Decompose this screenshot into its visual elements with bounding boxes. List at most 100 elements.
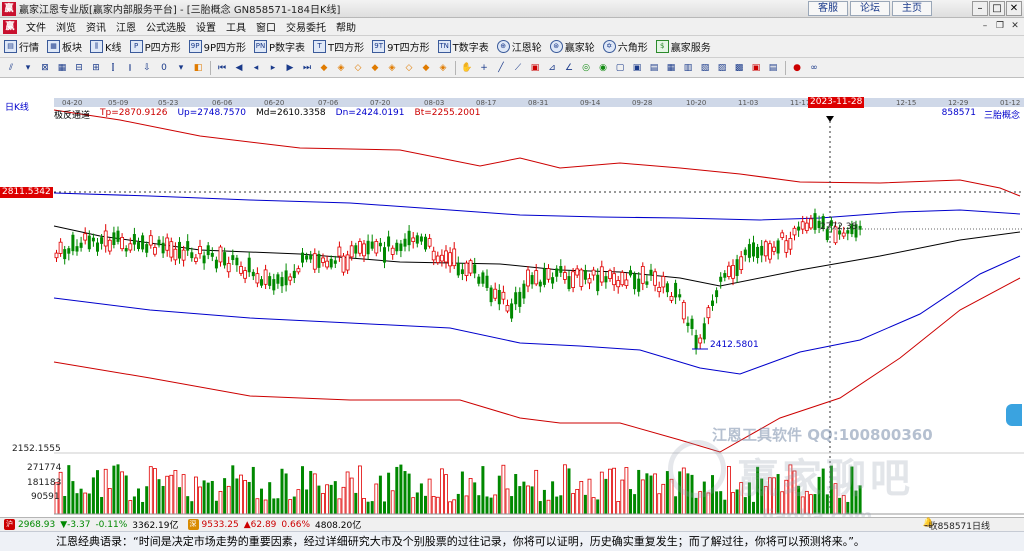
prev-icon[interactable]: ◀ bbox=[231, 60, 247, 76]
homepage-link[interactable]: 主页 bbox=[892, 1, 932, 16]
diamond5-icon[interactable]: ◈ bbox=[384, 60, 400, 76]
crosshair-icon[interactable]: + bbox=[476, 60, 492, 76]
menu-formula-picker[interactable]: 公式选股 bbox=[141, 19, 191, 34]
chart-tool6-icon[interactable]: ▤ bbox=[765, 60, 781, 76]
menu-trade[interactable]: 交易委托 bbox=[281, 19, 331, 34]
menu-settings[interactable]: 设置 bbox=[191, 19, 221, 34]
diamond-icon[interactable]: ◆ bbox=[316, 60, 332, 76]
hexagon-button[interactable]: ✡ 六角形 bbox=[602, 39, 648, 54]
customer-service-link[interactable]: 客服 bbox=[808, 1, 848, 16]
calendar-icon[interactable]: ▤ bbox=[646, 60, 662, 76]
maximize-icon[interactable]: □ bbox=[989, 1, 1005, 16]
menu-file[interactable]: 文件 bbox=[21, 19, 51, 34]
chart-tool4-icon[interactable]: ▩ bbox=[731, 60, 747, 76]
circle-icon[interactable]: ◎ bbox=[578, 60, 594, 76]
t-number-table-button[interactable]: TN T数字表 bbox=[437, 39, 489, 54]
candle-body-up bbox=[464, 262, 469, 276]
hexagon-icon: ✡ bbox=[602, 40, 616, 53]
volume-bar-down bbox=[407, 473, 411, 514]
candle-type-icon[interactable]: ⫽ bbox=[3, 60, 19, 76]
line-icon[interactable]: ╱ bbox=[493, 60, 509, 76]
diamond2-icon[interactable]: ◈ bbox=[333, 60, 349, 76]
zoom-out-icon[interactable]: ⊟ bbox=[71, 60, 87, 76]
side-panel-toggle-icon[interactable] bbox=[1006, 404, 1022, 426]
dropdown-icon[interactable]: ▾ bbox=[20, 60, 36, 76]
close-icon[interactable]: ✕ bbox=[1006, 1, 1022, 16]
winner-service-button[interactable]: $ 赢家服务 bbox=[655, 39, 711, 54]
shanghai-index-icon[interactable]: 沪 bbox=[4, 519, 15, 530]
kline-button[interactable]: ⫼ K线 bbox=[90, 39, 122, 54]
arc-icon[interactable]: ◉ bbox=[595, 60, 611, 76]
volume-bar-up bbox=[809, 494, 813, 515]
overlay-icon[interactable]: ⊠ bbox=[37, 60, 53, 76]
candle-body-up bbox=[579, 269, 584, 287]
grid-tool-icon[interactable]: ▦ bbox=[663, 60, 679, 76]
candle-body-up bbox=[546, 268, 551, 280]
chart-tool2-icon[interactable]: ▧ bbox=[697, 60, 713, 76]
chart-tool5-icon[interactable]: ▣ bbox=[748, 60, 764, 76]
candle-body-down bbox=[514, 292, 518, 305]
angle-icon[interactable]: ∠ bbox=[561, 60, 577, 76]
square-tool-icon[interactable]: ▢ bbox=[612, 60, 628, 76]
quote-button[interactable]: ▤ 行情 bbox=[4, 39, 39, 54]
first-icon[interactable]: ⏮ bbox=[214, 60, 230, 76]
candle-body-up bbox=[772, 246, 776, 252]
hand-icon[interactable]: ✋ bbox=[459, 60, 475, 76]
p-number-table-button[interactable]: PN P数字表 bbox=[254, 39, 305, 54]
menu-info[interactable]: 资讯 bbox=[81, 19, 111, 34]
menu-help[interactable]: 帮助 bbox=[331, 19, 361, 34]
square-tool2-icon[interactable]: ▣ bbox=[629, 60, 645, 76]
last-icon[interactable]: ⏭ bbox=[299, 60, 315, 76]
forward-icon[interactable]: ▸ bbox=[265, 60, 281, 76]
gann-fan-icon[interactable]: ⊿ bbox=[544, 60, 560, 76]
9p-square-button[interactable]: 9P 9P四方形 bbox=[188, 39, 246, 54]
chart-tool-icon[interactable]: ▥ bbox=[680, 60, 696, 76]
candle-body-down bbox=[719, 276, 723, 282]
chart-tool3-icon[interactable]: ▨ bbox=[714, 60, 730, 76]
diamond3-icon[interactable]: ◇ bbox=[350, 60, 366, 76]
diamond6-icon[interactable]: ◇ bbox=[401, 60, 417, 76]
cursor-price-badge: 2811.5342 bbox=[0, 187, 53, 198]
shenzhen-index-icon[interactable]: 深 bbox=[187, 519, 199, 530]
diamond4-icon[interactable]: ◆ bbox=[367, 60, 383, 76]
winner-wheel-button[interactable]: ⊛ 赢家轮 bbox=[549, 39, 595, 54]
diamond7-icon[interactable]: ◆ bbox=[418, 60, 434, 76]
back-icon[interactable]: ◂ bbox=[248, 60, 264, 76]
sector-button[interactable]: ▦ 板块 bbox=[47, 39, 82, 54]
ray-icon[interactable]: ⟋ bbox=[510, 60, 526, 76]
menu-gann[interactable]: 江恩 bbox=[111, 19, 141, 34]
diamond8-icon[interactable]: ◈ bbox=[435, 60, 451, 76]
p-square-button[interactable]: P P四方形 bbox=[129, 39, 181, 54]
color-wheel-icon[interactable]: ● bbox=[789, 60, 805, 76]
dropdown2-icon[interactable]: ▾ bbox=[173, 60, 189, 76]
volume-bar-down bbox=[743, 497, 747, 514]
t-square-button[interactable]: T T四方形 bbox=[313, 39, 364, 54]
child-close-icon[interactable]: ✕ bbox=[1008, 20, 1022, 33]
weight-icon[interactable]: ⇩ bbox=[139, 60, 155, 76]
infinity-icon[interactable]: ∞ bbox=[806, 60, 822, 76]
zoom-in-icon[interactable]: ⊞ bbox=[88, 60, 104, 76]
document-icon[interactable]: 赢 bbox=[3, 19, 17, 34]
menu-window[interactable]: 窗口 bbox=[251, 19, 281, 34]
bars-icon[interactable]: ⫾ bbox=[122, 60, 138, 76]
minimize-icon[interactable]: – bbox=[972, 1, 988, 16]
menu-tools[interactable]: 工具 bbox=[221, 19, 251, 34]
fib-icon[interactable]: ▣ bbox=[527, 60, 543, 76]
child-restore-icon[interactable]: ❐ bbox=[993, 20, 1007, 33]
next-icon[interactable]: ▶ bbox=[282, 60, 298, 76]
volume-bar-up bbox=[337, 498, 342, 515]
volume-bar-up bbox=[165, 475, 170, 515]
volume-bar-up bbox=[263, 499, 268, 515]
forum-link[interactable]: 论坛 bbox=[850, 1, 890, 16]
child-minimize-icon[interactable]: – bbox=[978, 20, 992, 33]
zero-icon[interactable]: 0 bbox=[156, 60, 172, 76]
9t-square-button[interactable]: 9T 9T四方形 bbox=[372, 39, 430, 54]
date-tick-label: 07-20 bbox=[370, 99, 390, 107]
chart-grid-icon[interactable]: ▦ bbox=[54, 60, 70, 76]
kline-chart[interactable]: 04-20 05-09 05-23 06-06 06-20 07-06 07-20 08-03… bbox=[0, 78, 1024, 517]
menu-browse[interactable]: 浏览 bbox=[51, 19, 81, 34]
layout-icon[interactable]: ◧ bbox=[190, 60, 206, 76]
volume-bar-down bbox=[75, 493, 79, 514]
candles-icon[interactable]: ⫿ bbox=[105, 60, 121, 76]
gann-wheel-button[interactable]: ⊕ 江恩轮 bbox=[496, 39, 542, 54]
